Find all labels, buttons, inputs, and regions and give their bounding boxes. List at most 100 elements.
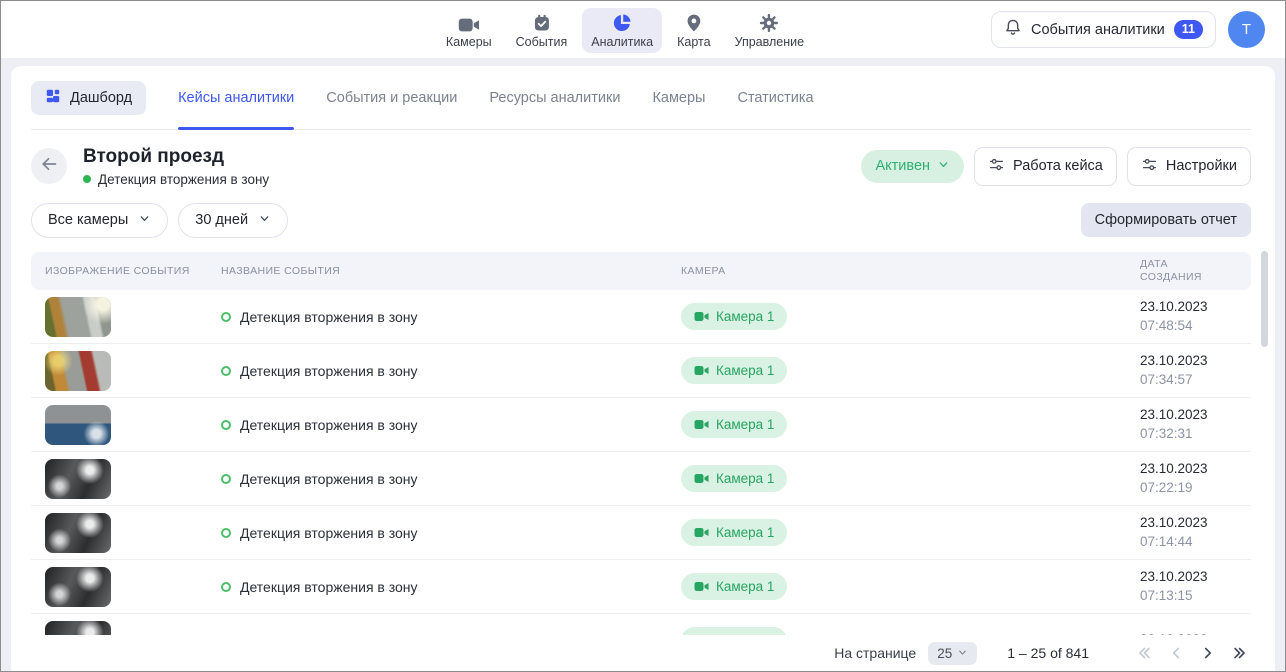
vertical-scrollbar[interactable]: [1261, 251, 1268, 347]
next-page-button[interactable]: [1195, 640, 1221, 666]
settings-label: Настройки: [1166, 158, 1237, 174]
period-filter-label: 30 дней: [195, 212, 248, 228]
event-date: 23.10.2023: [1140, 406, 1251, 424]
event-date: 23.10.2023: [1140, 514, 1251, 532]
nav-item-label: Управление: [735, 35, 805, 49]
event-time: 07:13:15: [1140, 587, 1251, 605]
case-header: Второй проезд Детекция вторжения в зону …: [31, 144, 1251, 188]
per-page-label: На странице: [834, 645, 916, 661]
tune-icon: [1141, 156, 1158, 177]
event-name: Детекция вторжения в зону: [240, 471, 418, 487]
analytics-events-button[interactable]: События аналитики 11: [991, 11, 1216, 48]
status-dropdown[interactable]: Активен: [861, 150, 964, 183]
table-row[interactable]: Детекция вторжения в зону Камера 1 23.10…: [31, 398, 1251, 452]
event-time: 07:48:54: [1140, 317, 1251, 335]
table-row[interactable]: Детекция вторжения в зону Камера 1 23.10…: [31, 452, 1251, 506]
event-date: 23.10.2023: [1140, 460, 1251, 478]
event-thumbnail[interactable]: [45, 567, 111, 607]
app-window: Камеры События Аналитика Карта: [0, 0, 1286, 672]
last-page-button[interactable]: [1227, 640, 1253, 666]
camera-badge[interactable]: Камера 1: [681, 519, 787, 546]
nav-item-analytics[interactable]: Аналитика: [582, 8, 662, 53]
event-name: Детекция вторжения в зону: [240, 525, 418, 541]
column-header-event-name: НАЗВАНИЕ СОБЫТИЯ: [221, 265, 681, 278]
nav-item-events[interactable]: События: [507, 8, 577, 53]
camera-badge[interactable]: Камера 1: [681, 303, 787, 330]
event-name: Детекция вторжения в зону: [240, 579, 418, 595]
event-thumbnail[interactable]: [45, 513, 111, 553]
notif-button-label: События аналитики: [1031, 22, 1165, 38]
camera-badge[interactable]: Камера 1: [681, 357, 787, 384]
camera-badge[interactable]: Камера 1: [681, 573, 787, 600]
nav-item-label: Камеры: [446, 35, 492, 49]
camera-icon: [458, 17, 480, 33]
nav-item-label: Аналитика: [591, 35, 653, 49]
back-button[interactable]: [31, 148, 67, 184]
event-time: 07:32:31: [1140, 425, 1251, 443]
top-bar: Камеры События Аналитика Карта: [1, 1, 1285, 58]
tab-analytics-cases[interactable]: Кейсы аналитики: [178, 66, 294, 129]
generate-report-button[interactable]: Сформировать отчет: [1081, 203, 1251, 237]
page-title: Второй проезд: [83, 146, 269, 168]
filters-row: Все камеры 30 дней Сформировать отчет: [31, 202, 1251, 238]
camera-badge[interactable]: Камера 1: [681, 465, 787, 492]
table-row[interactable]: Детекция вторжения в зону Камера 1 23.10…: [31, 560, 1251, 614]
tab-events-reactions[interactable]: События и реакции: [326, 66, 457, 129]
event-ring-icon: [221, 366, 231, 376]
pagination-range: 1 – 25 of 841: [1007, 645, 1089, 661]
settings-button[interactable]: Настройки: [1127, 147, 1251, 186]
event-name: Детекция вторжения в зону: [240, 363, 418, 379]
table-row[interactable]: Детекция вторжения в зону Камера 1 23.10…: [31, 344, 1251, 398]
case-work-button[interactable]: Работа кейса: [974, 147, 1117, 186]
table-header: ИЗОБРАЖЕНИЕ СОБЫТИЯ НАЗВАНИЕ СОБЫТИЯ КАМ…: [31, 252, 1251, 290]
first-page-button[interactable]: [1131, 640, 1157, 666]
content-card: Дашборд Кейсы аналитики События и реакци…: [11, 66, 1275, 671]
prev-page-button[interactable]: [1163, 640, 1189, 666]
status-label: Активен: [875, 158, 930, 174]
column-header-date: ДАТА СОЗДАНИЯ: [1140, 258, 1251, 284]
event-thumbnail[interactable]: [45, 351, 111, 391]
event-date: 23.10.2023: [1140, 352, 1251, 370]
events-icon: [531, 13, 551, 33]
period-filter-dropdown[interactable]: 30 дней: [178, 203, 288, 238]
event-thumbnail[interactable]: [45, 405, 111, 445]
column-header-camera: КАМЕРА: [681, 265, 1140, 278]
event-name: Детекция вторжения в зону: [240, 309, 418, 325]
event-ring-icon: [221, 474, 231, 484]
event-thumbnail[interactable]: [45, 459, 111, 499]
nav-item-cameras[interactable]: Камеры: [437, 12, 501, 53]
event-thumbnail[interactable]: [45, 297, 111, 337]
main-nav: Камеры События Аналитика Карта: [437, 1, 813, 58]
table-row[interactable]: Детекция вторжения в зону Камера 1 23.10…: [31, 506, 1251, 560]
tab-analytics-resources[interactable]: Ресурсы аналитики: [489, 66, 620, 129]
topbar-right: События аналитики 11 T: [991, 11, 1265, 48]
event-time: 07:14:44: [1140, 533, 1251, 551]
chevron-down-icon: [258, 212, 271, 229]
dashboard-label: Дашборд: [70, 90, 132, 106]
page-background: Дашборд Кейсы аналитики События и реакци…: [1, 58, 1285, 671]
bell-icon: [1004, 18, 1022, 41]
camera-filter-dropdown[interactable]: Все камеры: [31, 203, 168, 238]
event-time: 07:34:57: [1140, 371, 1251, 389]
tune-icon: [988, 156, 1005, 177]
tabs-row: Дашборд Кейсы аналитики События и реакци…: [31, 66, 1251, 130]
per-page-select[interactable]: 25: [928, 642, 977, 665]
nav-item-management[interactable]: Управление: [726, 8, 814, 53]
user-avatar[interactable]: T: [1228, 11, 1265, 48]
table-row[interactable]: Детекция вторжения в зону Камера 1 23.10…: [31, 290, 1251, 344]
tab-cameras[interactable]: Камеры: [652, 66, 705, 129]
case-actions: Активен Работа кейса: [861, 147, 1251, 186]
gear-icon: [759, 13, 779, 33]
case-subtitle: Детекция вторжения в зону: [83, 172, 269, 187]
nav-item-map[interactable]: Карта: [668, 8, 719, 53]
dashboard-grid-icon: [45, 88, 61, 108]
case-title-block: Второй проезд Детекция вторжения в зону: [83, 146, 269, 187]
event-ring-icon: [221, 420, 231, 430]
status-dot-icon: [83, 175, 91, 183]
nav-item-label: Карта: [677, 35, 710, 49]
tab-statistics[interactable]: Статистика: [737, 66, 813, 129]
dashboard-button[interactable]: Дашборд: [31, 81, 146, 115]
chevron-down-icon: [957, 646, 968, 661]
pager-controls: [1131, 640, 1253, 666]
camera-badge[interactable]: Камера 1: [681, 411, 787, 438]
